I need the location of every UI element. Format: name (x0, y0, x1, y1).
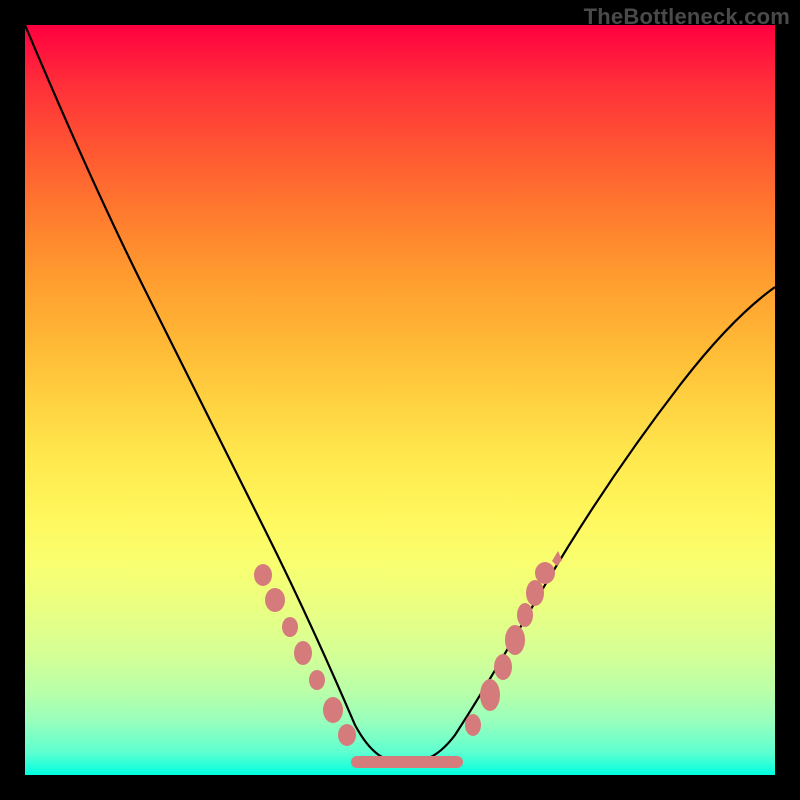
bottleneck-curve (25, 25, 775, 763)
chart-frame: TheBottleneck.com (0, 0, 800, 800)
right-marker-cluster (465, 551, 562, 736)
plot-area (25, 25, 775, 775)
left-marker-cluster (254, 564, 356, 746)
chart-svg (25, 25, 775, 775)
